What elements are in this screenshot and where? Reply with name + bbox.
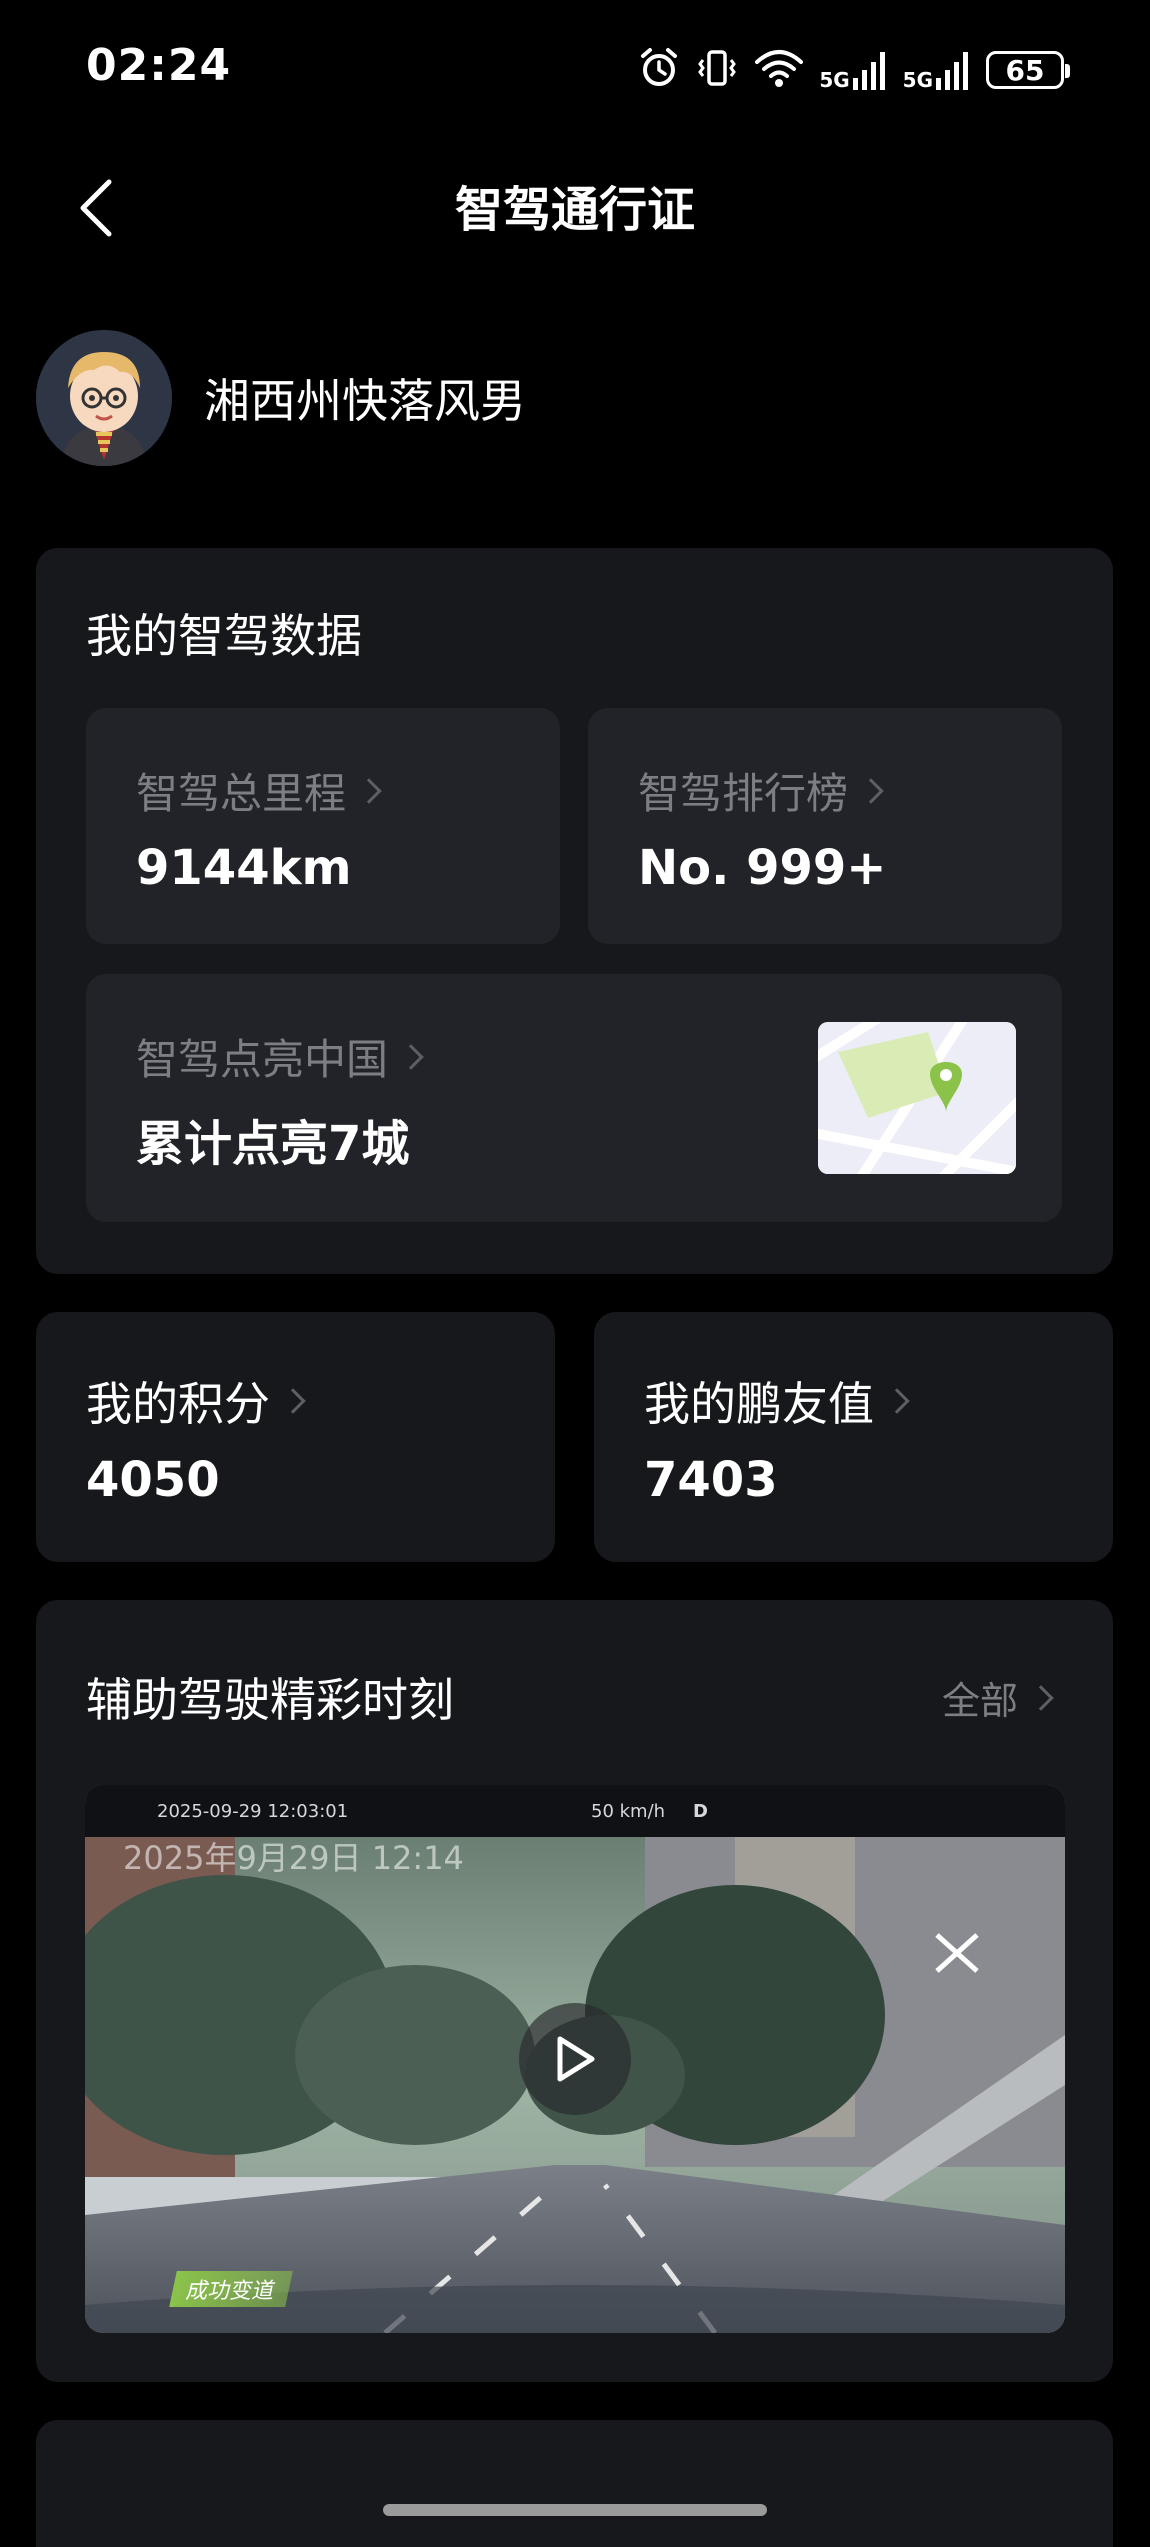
chevron-left-icon [80,179,112,237]
play-icon [557,2036,595,2082]
profile-header: 湘西州快落风男 [36,330,526,466]
video-hud-date: 2025-09-29 12:03:01 [157,1801,349,1822]
username: 湘西州快落风男 [204,374,526,428]
video-hud-speed: 50 km/h [591,1801,666,1822]
highlight-video[interactable]: 2025-09-29 12:03:01 50 km/h D 2025年9月29日… [85,1785,1065,2333]
signal-5g-icon: 5G [903,50,972,90]
chevron-right-icon [884,1388,910,1414]
ranking-value: No. 999+ [638,840,887,896]
status-icons: 5G 5G 65 [637,44,1070,96]
map-thumbnail[interactable] [818,1022,1016,1174]
friend-value-value: 7403 [644,1452,778,1508]
cities-label: 智驾点亮中国 [136,1026,424,1087]
page-title: 智驾通行证 [454,182,695,238]
signal-5g-icon: 5G [819,50,888,90]
home-indicator[interactable] [383,2504,767,2516]
chevron-right-icon [356,777,382,804]
friend-value-label: 我的鹏友值 [644,1368,910,1434]
mileage-value: 9144km [136,840,352,896]
points-label: 我的积分 [86,1368,306,1434]
vibrate-icon [695,46,739,94]
status-bar: 02:24 5G 5G 65 [0,0,1150,145]
cities-value: 累计点亮7城 [136,1116,410,1172]
chevron-right-icon [280,1388,306,1414]
lane-change-tag: 成功变道 [169,2271,293,2307]
battery-indicator: 65 [986,51,1070,89]
mileage-label: 智驾总里程 [136,760,382,821]
friend-value-card[interactable]: 我的鹏友值 7403 [594,1312,1113,1562]
driving-data-card: 我的智驾数据 智驾总里程 9144km 智驾排行榜 No. 999+ 智驾点亮中… [36,548,1113,1274]
avatar[interactable] [36,330,172,466]
view-all-link[interactable]: 全部 [942,1670,1054,1725]
play-button[interactable] [519,2003,631,2115]
video-timestamp: 2025年9月29日 12:14 [123,1839,464,1877]
status-time: 02:24 [86,40,232,91]
chevron-right-icon [398,1043,424,1070]
points-card[interactable]: 我的积分 4050 [36,1312,555,1562]
back-button[interactable] [62,173,132,243]
cities-tile[interactable]: 智驾点亮中国 累计点亮7城 [86,974,1062,1222]
chevron-right-icon [858,777,884,804]
points-value: 4050 [86,1452,220,1508]
chevron-right-icon [1028,1684,1054,1711]
alarm-icon [637,46,681,94]
next-card [36,2420,1113,2547]
moments-title: 辅助驾驶精彩时刻 [86,1673,454,1727]
mileage-tile[interactable]: 智驾总里程 9144km [86,708,560,944]
video-hud-gear: D [693,1801,708,1822]
wifi-icon [753,46,805,94]
ranking-label: 智驾排行榜 [638,760,884,821]
ranking-tile[interactable]: 智驾排行榜 No. 999+ [588,708,1062,944]
video-hud: 2025-09-29 12:03:01 50 km/h D [85,1785,1065,1837]
nav-bar: 智驾通行证 [0,145,1150,275]
driving-data-title: 我的智驾数据 [86,609,362,663]
